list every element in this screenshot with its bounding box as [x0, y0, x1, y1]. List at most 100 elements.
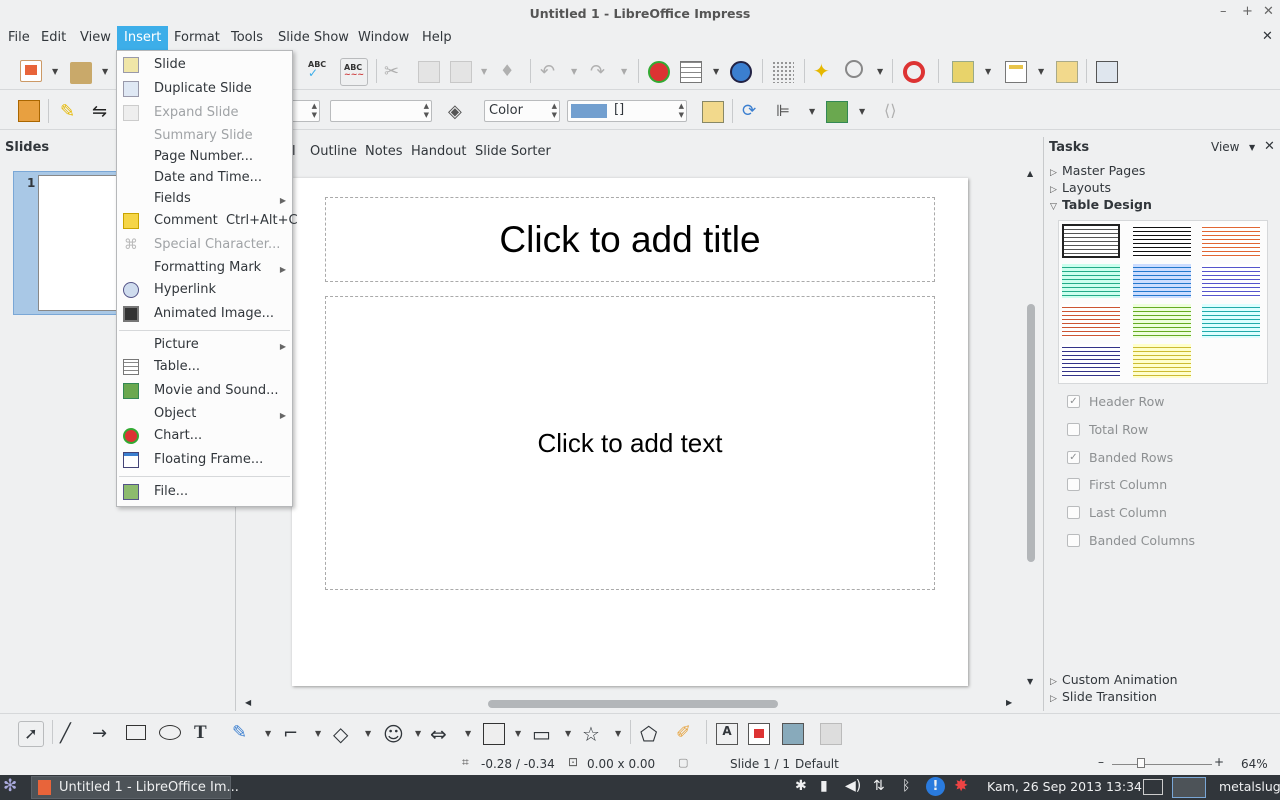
- rotate-icon[interactable]: ⟳: [742, 101, 764, 123]
- tab-handout[interactable]: Handout: [411, 144, 467, 159]
- bluetooth-status-icon[interactable]: ᛒ: [902, 778, 910, 794]
- menu-item-animated-image[interactable]: Animated Image...: [154, 306, 274, 321]
- close-button[interactable]: ✕: [1263, 4, 1274, 19]
- text-placeholder[interactable]: Click to add text: [325, 296, 935, 590]
- menu-item-file[interactable]: File...: [154, 484, 188, 499]
- desktop-icon[interactable]: [1143, 779, 1163, 795]
- symbol-shapes-icon[interactable]: ☺: [383, 722, 405, 746]
- chevron-down-icon[interactable]: ▼: [315, 729, 321, 738]
- menu-slide-show[interactable]: Slide Show: [278, 30, 349, 45]
- tab-outline[interactable]: Outline: [310, 144, 357, 159]
- tasks-view-menu[interactable]: View: [1211, 140, 1239, 154]
- scroll-up-icon[interactable]: ▲: [1027, 169, 1033, 178]
- chevron-down-icon[interactable]: ▼: [415, 729, 421, 738]
- menu-item-page-number[interactable]: Page Number...: [154, 149, 253, 164]
- table-style-indigo[interactable]: [1202, 264, 1260, 298]
- zoom-in-button[interactable]: +: [1214, 755, 1224, 769]
- grid-icon[interactable]: [772, 61, 794, 83]
- open-folder-icon[interactable]: [70, 62, 92, 84]
- chevron-down-icon[interactable]: ▼: [102, 67, 108, 76]
- menu-help[interactable]: Help: [422, 30, 452, 45]
- align-icon[interactable]: ⊫: [776, 101, 798, 123]
- last-column-checkbox[interactable]: [1067, 506, 1080, 519]
- chevron-down-icon[interactable]: ▼: [1249, 143, 1255, 152]
- close-document-button[interactable]: ✕: [1262, 29, 1273, 44]
- menu-item-slide[interactable]: Slide: [154, 57, 186, 72]
- zoom-icon[interactable]: [845, 60, 863, 78]
- arrow-line-icon[interactable]: →: [92, 723, 114, 745]
- chevron-down-icon[interactable]: ▼: [809, 107, 815, 116]
- area-color-select[interactable]: [] ▲ ▼: [567, 100, 687, 122]
- menu-item-object[interactable]: Object: [154, 406, 196, 421]
- chevron-down-icon[interactable]: ▼: [515, 729, 521, 738]
- basic-shapes-icon[interactable]: ◇: [333, 722, 355, 746]
- image-icon[interactable]: [730, 61, 752, 83]
- curve-icon[interactable]: ✎: [232, 722, 254, 744]
- chevron-down-icon[interactable]: ▼: [615, 729, 621, 738]
- table-style-red[interactable]: [1062, 304, 1120, 338]
- chevron-down-icon[interactable]: ▼: [465, 729, 471, 738]
- update-icon[interactable]: ✸: [954, 776, 968, 796]
- menu-window[interactable]: Window: [358, 30, 409, 45]
- header-row-checkbox[interactable]: ✓: [1067, 395, 1080, 408]
- menu-item-comment[interactable]: Comment Ctrl+Alt+C: [154, 213, 298, 228]
- table-style-default[interactable]: [1062, 224, 1120, 258]
- line-ends-icon[interactable]: ⇋: [92, 101, 114, 123]
- menu-item-picture[interactable]: Picture: [154, 337, 199, 352]
- section-custom-animation[interactable]: ▷ Custom Animation: [1050, 672, 1178, 687]
- network-icon[interactable]: ⇅: [873, 778, 885, 794]
- menu-item-movie-sound[interactable]: Movie and Sound...: [154, 383, 279, 398]
- new-slide-icon[interactable]: [952, 61, 974, 83]
- menu-file[interactable]: File: [8, 30, 30, 45]
- total-row-checkbox[interactable]: [1067, 423, 1080, 436]
- horizontal-scrollbar[interactable]: ◀ ▶: [237, 696, 1023, 712]
- volume-icon[interactable]: ◀): [845, 778, 861, 794]
- menu-edit[interactable]: Edit: [41, 30, 66, 45]
- presentation-icon[interactable]: [18, 100, 40, 122]
- table-style-yellow[interactable]: [1133, 344, 1191, 378]
- menu-item-fields[interactable]: Fields: [154, 191, 191, 206]
- menu-item-hyperlink[interactable]: Hyperlink: [154, 282, 216, 297]
- block-arrows-icon[interactable]: ⇔: [430, 722, 452, 746]
- clock[interactable]: Kam, 26 Sep 2013 13:34: [987, 779, 1142, 794]
- vertical-scrollbar[interactable]: ▲ ▼: [1023, 166, 1041, 696]
- user-name[interactable]: metalslug: [1219, 779, 1280, 794]
- new-document-icon[interactable]: [20, 60, 42, 82]
- table-style-black[interactable]: [1133, 224, 1191, 258]
- gallery-icon[interactable]: [782, 723, 804, 745]
- fontwork-icon[interactable]: A: [716, 723, 738, 745]
- area-fill-icon[interactable]: ◈: [448, 101, 470, 123]
- chevron-down-icon[interactable]: ▼: [52, 67, 58, 76]
- horizontal-scrollbar-thumb[interactable]: [488, 700, 778, 708]
- zoom-slider[interactable]: [1112, 764, 1212, 765]
- rectangle-icon[interactable]: [126, 725, 146, 740]
- table-style-cyan[interactable]: [1202, 304, 1260, 338]
- tab-slide-sorter[interactable]: Slide Sorter: [475, 144, 551, 159]
- menu-item-chart[interactable]: Chart...: [154, 428, 202, 443]
- slide-page[interactable]: Click to add title Click to add text: [292, 178, 968, 686]
- ellipse-icon[interactable]: [159, 725, 181, 740]
- zoom-slider-handle[interactable]: [1137, 758, 1145, 768]
- chevron-down-icon[interactable]: ▼: [1038, 67, 1044, 76]
- table-icon[interactable]: [680, 61, 702, 83]
- zoom-percentage[interactable]: 64%: [1241, 757, 1268, 771]
- text-tool-icon[interactable]: T: [194, 722, 216, 744]
- table-style-teal[interactable]: [1062, 264, 1120, 298]
- slideshow-icon[interactable]: [1096, 61, 1118, 83]
- helplines-icon[interactable]: ✦: [813, 60, 835, 82]
- table-style-green[interactable]: [1133, 304, 1191, 338]
- flowchart-icon[interactable]: [483, 723, 505, 745]
- shadow-icon[interactable]: [702, 101, 724, 123]
- stars-icon[interactable]: ☆: [582, 722, 604, 746]
- table-style-navy[interactable]: [1062, 344, 1120, 378]
- chevron-down-icon[interactable]: ▼: [565, 729, 571, 738]
- battery-icon[interactable]: ▮: [820, 778, 828, 794]
- arrange-icon[interactable]: [826, 101, 848, 123]
- pager-icon[interactable]: [1172, 777, 1206, 798]
- edit-points-icon[interactable]: ✎: [60, 101, 82, 123]
- master-slide-icon[interactable]: [1056, 61, 1078, 83]
- banded-columns-checkbox[interactable]: [1067, 534, 1080, 547]
- chevron-down-icon[interactable]: ▼: [365, 729, 371, 738]
- menu-item-duplicate-slide[interactable]: Duplicate Slide: [154, 81, 252, 96]
- first-column-checkbox[interactable]: [1067, 478, 1080, 491]
